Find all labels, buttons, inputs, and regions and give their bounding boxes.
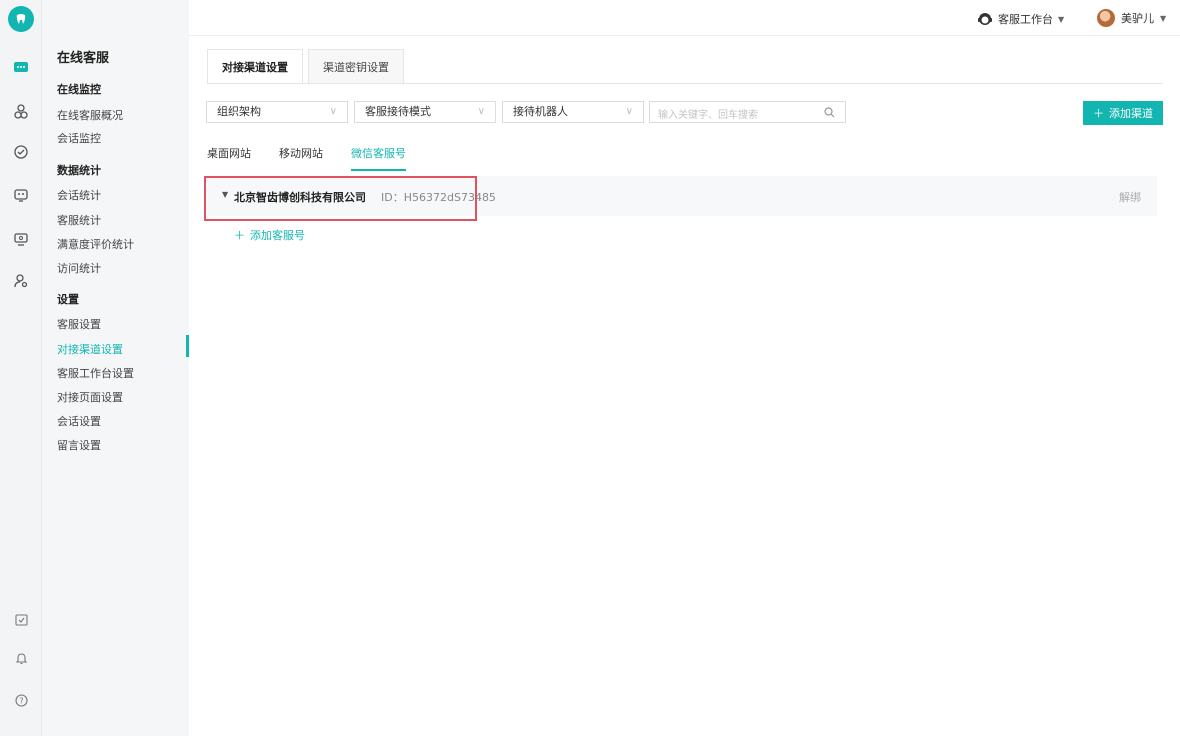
subtab-mobile-site[interactable]: 移动网站 <box>279 145 323 171</box>
workbench-label: 客服工作台 <box>998 13 1053 26</box>
highlight-box <box>204 176 477 221</box>
nav-group-statistics: 数据统计 <box>57 164 101 177</box>
chevron-down-icon: ∨ <box>625 106 633 117</box>
org-select[interactable]: 组织架构 ∨ <box>206 101 348 123</box>
unbind-link[interactable]: 解绑 <box>1119 189 1141 205</box>
svg-text:?: ? <box>19 696 23 705</box>
chat-icon[interactable] <box>0 55 42 81</box>
nav-group-monitoring: 在线监控 <box>57 83 101 96</box>
mode-select[interactable]: 客服接待模式 ∨ <box>354 101 496 123</box>
logo-icon[interactable] <box>8 6 34 32</box>
tab-channel-key-settings[interactable]: 渠道密钥设置 <box>308 49 404 84</box>
add-account-label: 添加客服号 <box>250 229 305 242</box>
caret-down-icon: ▼ <box>1058 14 1065 24</box>
plus-icon: ＋ <box>1093 107 1104 120</box>
workbench-menu[interactable]: 客服工作台 ▼ <box>977 11 1064 27</box>
top-tabs: 对接渠道设置 渠道密钥设置 <box>207 49 409 84</box>
top-header: 客服工作台 ▼ 美驴儿 ▼ <box>189 0 1180 36</box>
nav-group-settings: 设置 <box>57 293 79 306</box>
subnav-title: 在线客服 <box>57 51 110 66</box>
mode-select-value: 客服接待模式 <box>365 105 431 118</box>
nav-item-session-monitor[interactable]: 会话监控 <box>57 130 101 146</box>
robot-icon[interactable] <box>0 182 42 208</box>
nav-item-session-stats[interactable]: 会话统计 <box>57 187 101 203</box>
add-channel-button[interactable]: ＋ 添加渠道 <box>1083 101 1163 125</box>
tabs-divider <box>207 83 1163 84</box>
nav-item-channel-settings[interactable]: 对接渠道设置 <box>57 341 123 357</box>
nav-item-message-settings[interactable]: 留言设置 <box>57 437 101 453</box>
calendar-check-icon[interactable] <box>0 606 42 632</box>
username: 美驴儿 <box>1121 12 1154 25</box>
nav-item-page-settings[interactable]: 对接页面设置 <box>57 389 123 405</box>
search-input[interactable]: 输入关键字、回车搜索 <box>649 101 846 123</box>
nav-item-session-settings[interactable]: 会话设置 <box>57 413 101 429</box>
avatar <box>1097 9 1115 27</box>
headset-icon <box>978 13 992 25</box>
bell-icon[interactable] <box>0 645 42 671</box>
plus-icon: ＋ <box>234 229 245 242</box>
icon-rail: ? <box>0 0 42 736</box>
nav-item-agent-settings[interactable]: 客服设置 <box>57 316 101 332</box>
subtab-desktop-site[interactable]: 桌面网站 <box>207 145 251 171</box>
nav-item-visit-stats[interactable]: 访问统计 <box>57 260 101 276</box>
nav-item-online-overview[interactable]: 在线客服概况 <box>57 107 123 123</box>
sub-navigation: 在线客服 在线监控 在线客服概况 会话监控 数据统计 会话统计 客服统计 满意度… <box>42 0 189 736</box>
nav-item-agent-stats[interactable]: 客服统计 <box>57 212 101 228</box>
org-select-value: 组织架构 <box>217 105 261 118</box>
tab-channel-settings[interactable]: 对接渠道设置 <box>207 49 303 84</box>
caret-down-icon: ▼ <box>1160 13 1167 23</box>
main-content: 对接渠道设置 渠道密钥设置 组织架构 ∨ 客服接待模式 ∨ 接待机器人 ∨ 输入… <box>189 36 1180 736</box>
dashboard-icon[interactable] <box>0 139 42 165</box>
search-icon[interactable] <box>824 107 835 118</box>
add-channel-label: 添加渠道 <box>1109 107 1153 120</box>
nav-item-satisfaction-stats[interactable]: 满意度评价统计 <box>57 236 134 252</box>
nav-item-workbench-settings[interactable]: 客服工作台设置 <box>57 365 134 381</box>
user-menu[interactable]: 美驴儿 ▼ <box>1097 9 1166 27</box>
channel-type-tabs: 桌面网站 移动网站 微信客服号 <box>207 145 406 171</box>
robot-select[interactable]: 接待机器人 ∨ <box>502 101 644 123</box>
chevron-down-icon: ∨ <box>477 106 485 117</box>
users-icon[interactable] <box>0 99 42 125</box>
chevron-down-icon: ∨ <box>329 106 337 117</box>
monitor-icon[interactable] <box>0 226 42 252</box>
help-icon[interactable]: ? <box>0 687 42 713</box>
add-account-link[interactable]: ＋ 添加客服号 <box>234 227 305 243</box>
user-settings-icon[interactable] <box>0 268 42 294</box>
subtab-wechat-account[interactable]: 微信客服号 <box>351 145 406 171</box>
search-placeholder: 输入关键字、回车搜索 <box>658 110 758 121</box>
robot-select-value: 接待机器人 <box>513 105 568 118</box>
